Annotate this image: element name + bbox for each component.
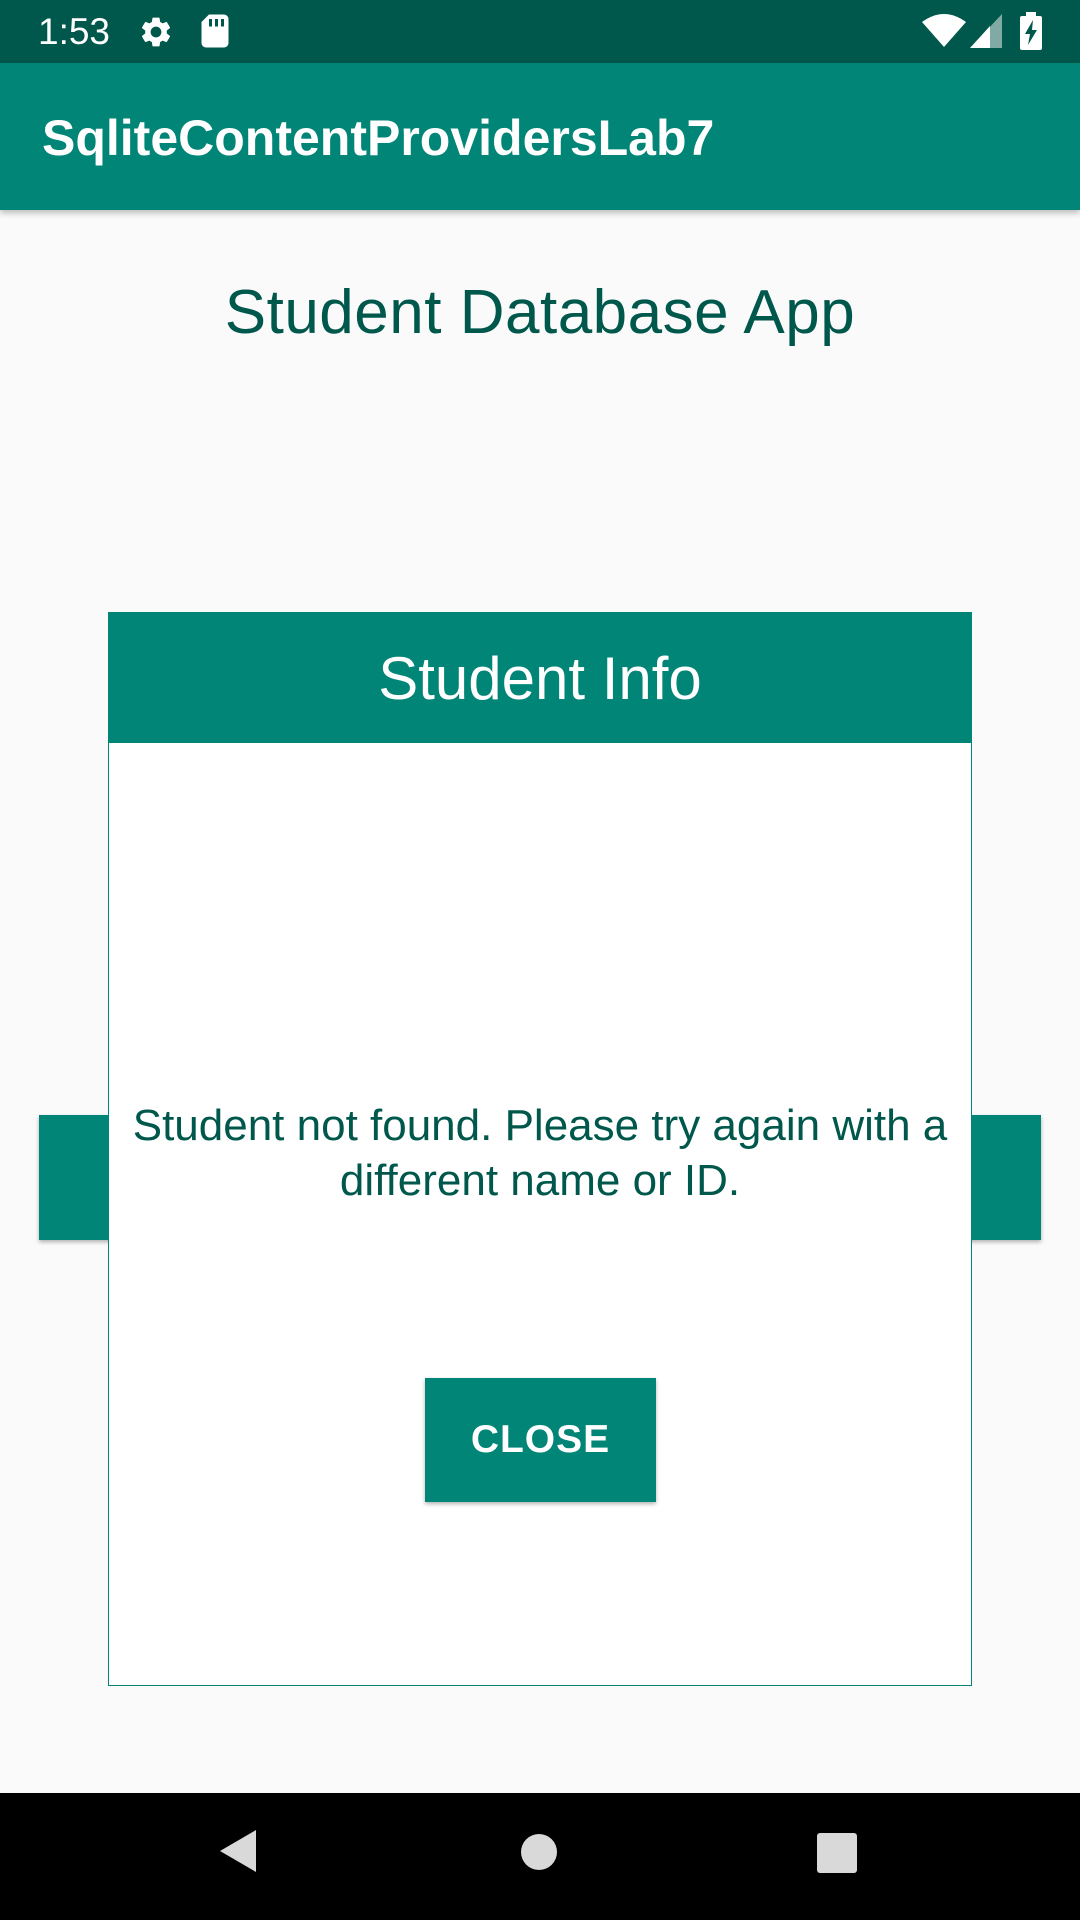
back-icon[interactable] [218,1828,260,1874]
dialog-title: Student Info [378,645,702,712]
wifi-icon [922,14,966,47]
home-icon[interactable] [520,1833,558,1871]
sd-card-icon [201,14,229,48]
main-content: Student Database App Student Info Studen… [0,210,1080,1793]
app-bar: SqliteContentProvidersLab7 [0,63,1080,210]
app-title: SqliteContentProvidersLab7 [42,110,715,166]
gear-icon [141,17,171,47]
recents-icon[interactable] [817,1833,857,1873]
signal-icon [970,14,1002,48]
status-time: 1:53 [38,11,111,52]
dialog-message: Student not found. Please try again with… [132,1101,948,1205]
close-button[interactable]: CLOSE [425,1378,656,1502]
navigation-bar [0,1793,1080,1920]
page-heading: Student Database App [224,278,856,347]
dialog-header: Student Info [109,613,971,743]
student-info-dialog: Student Info Student not found. Please t… [108,612,972,1686]
battery-charging-icon [1020,12,1042,50]
status-bar: 1:53 [0,0,1080,63]
